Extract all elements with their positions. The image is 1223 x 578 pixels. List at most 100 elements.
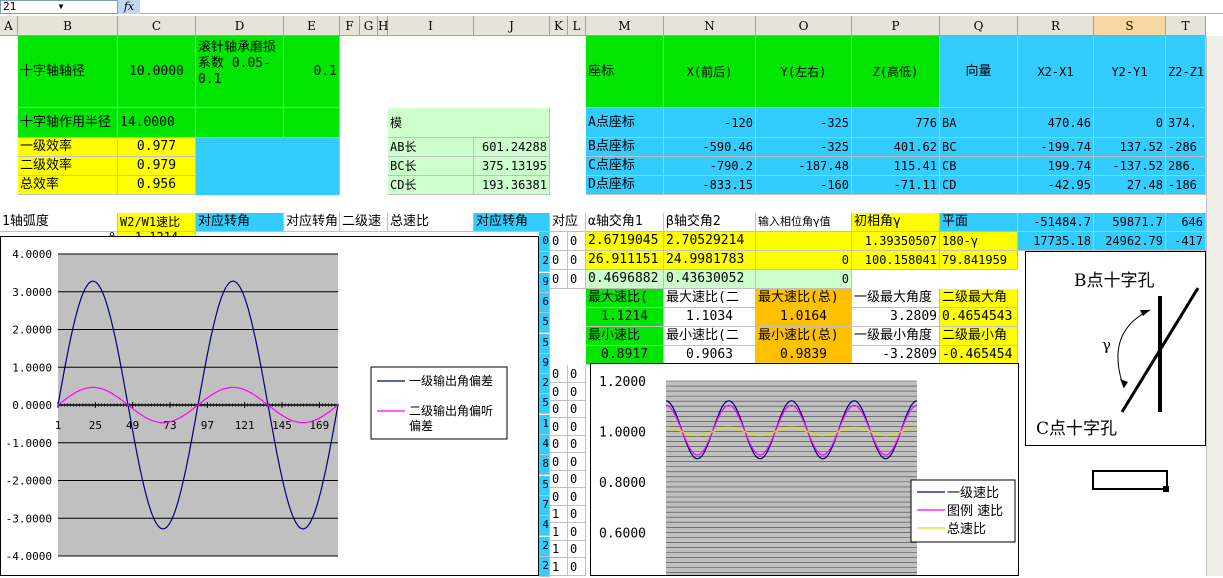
cross-hole-diagram[interactable]: B点十字孔 C点十字孔 γ <box>1025 251 1206 446</box>
cell-o23[interactable]: 0 <box>756 270 852 289</box>
point-0-x[interactable]: -120 <box>664 108 756 138</box>
cell-d20[interactable]: 对应转角 <box>196 213 284 232</box>
cell-k-tail[interactable]: 1 <box>550 540 568 558</box>
cell-g20[interactable]: 二级速 <box>340 213 388 232</box>
cell-r-hdr[interactable]: X2-X1 <box>1018 36 1094 108</box>
cell-m20[interactable]: α轴交角1 <box>586 213 664 232</box>
cell-b-eff2[interactable]: 二级效率 <box>18 157 118 176</box>
cell-k-tail[interactable]: 0 <box>550 487 568 506</box>
cell-p26[interactable]: 一级最小角度 <box>852 327 940 346</box>
cell-q20[interactable]: 平面 <box>940 213 1018 232</box>
name-box-dropdown-icon[interactable]: ▼ <box>56 1 66 13</box>
cell-l23[interactable]: 0 <box>568 270 586 289</box>
cell-d-coeff[interactable]: 滚针轴承磨损系数 0.05-0.1 <box>196 36 284 108</box>
point-3-dx[interactable]: -42.95 <box>1018 176 1094 195</box>
cell-q-hdr[interactable]: 向量 <box>940 36 1018 108</box>
cell-o20[interactable]: 输入相位角γ值 <box>756 213 852 232</box>
cell-n25[interactable]: 1.1034 <box>664 308 756 327</box>
cell-b-efft[interactable]: 总效率 <box>18 176 118 195</box>
point-3-y[interactable]: -160 <box>756 176 852 195</box>
cell-n23[interactable]: 0.43630052 <box>664 270 756 289</box>
cell-n26[interactable]: 最小速比(二 <box>664 327 756 346</box>
cell-l-tail[interactable]: 0 <box>568 400 586 418</box>
cell-t20[interactable]: 646 <box>1166 213 1206 232</box>
cell-m21[interactable]: 2.6719045 <box>586 232 664 251</box>
cell-j-tail[interactable]: 5 <box>539 394 550 415</box>
cell-k21[interactable]: 0 <box>550 232 568 251</box>
cell-n24[interactable]: 最大速比(二 <box>664 289 756 308</box>
cell-k-tail[interactable]: 1 <box>550 557 568 576</box>
cell-p-hdr[interactable]: Z(高低) <box>852 36 940 108</box>
cell-j20[interactable]: 对应转角 <box>474 213 550 232</box>
cell-j-tail[interactable]: 5 <box>539 333 550 354</box>
cell-q21[interactable]: 180-γ <box>940 232 1018 251</box>
cell-n22[interactable]: 24.9981783 <box>664 251 756 270</box>
col-header-s[interactable]: S <box>1094 16 1166 36</box>
cell-j-tail[interactable]: 1 <box>539 414 550 435</box>
cell-q24[interactable]: 二级最大角 <box>940 289 1018 308</box>
col-header-j[interactable]: J <box>474 16 550 36</box>
cell-j-cd[interactable]: 193.36381 <box>474 176 550 195</box>
cell-m24[interactable]: 最大速比( <box>586 289 664 308</box>
cell-k-tail[interactable]: 0 <box>550 470 568 488</box>
cell-p22[interactable]: 100.158041 <box>852 251 940 270</box>
point-3-vec[interactable]: CD <box>940 176 1018 195</box>
cell-i-bc[interactable]: BC长 <box>388 157 474 176</box>
cell-r21[interactable]: 17735.18 <box>1018 232 1094 251</box>
cell-k23[interactable]: 0 <box>550 270 568 289</box>
cell-p24[interactable]: 一级最大角度 <box>852 289 940 308</box>
col-header-e[interactable]: E <box>284 16 340 36</box>
cell-o26[interactable]: 最小速比(总) <box>756 327 852 346</box>
cell-j-tail[interactable]: 5 <box>539 313 550 334</box>
point-2-z[interactable]: 115.41 <box>852 157 940 176</box>
cell-m26[interactable]: 最小速比 <box>586 327 664 346</box>
cell-k-tail[interactable]: 0 <box>550 400 568 418</box>
cell-s-hdr[interactable]: Y2-Y1 <box>1094 36 1166 108</box>
col-header-o[interactable]: O <box>756 16 852 36</box>
point-0-y[interactable]: -325 <box>756 108 852 138</box>
cell-o22[interactable]: 0 <box>756 251 852 270</box>
cell-o-hdr[interactable]: Y(左右) <box>756 36 852 108</box>
cell-o25[interactable]: 1.0164 <box>756 308 852 327</box>
fill-handle[interactable] <box>1163 486 1169 492</box>
cell-l-tail[interactable]: 0 <box>568 417 586 436</box>
cell-o21[interactable] <box>756 232 852 251</box>
point-1-name[interactable]: B点座标 <box>586 138 664 157</box>
col-header-g[interactable]: G <box>360 16 378 36</box>
cell-j-tail[interactable]: 9 <box>539 353 550 374</box>
chart-angle-deviation[interactable]: 4.0000 3.0000 2.0000 1.0000 0.0000 -1.0000 -2.… <box>0 236 539 576</box>
cell-j-ab[interactable]: 601.24288 <box>474 138 550 157</box>
point-2-dx[interactable]: 199.74 <box>1018 157 1094 176</box>
cell-l-tail[interactable]: 0 <box>568 522 586 541</box>
col-header-i[interactable]: I <box>388 16 474 36</box>
point-0-name[interactable]: A点座标 <box>586 108 664 138</box>
col-header-b[interactable]: B <box>18 16 118 36</box>
cell-c-diameter[interactable]: 10.0000 <box>118 36 196 108</box>
cell-i-ab[interactable]: AB长 <box>388 138 474 157</box>
point-2-dz[interactable]: 286. <box>1166 157 1206 176</box>
cell-c-eff1[interactable]: 0.977 <box>118 138 196 157</box>
cell-j-tail[interactable]: 2 <box>539 536 550 557</box>
cell-j-tail[interactable]: 2 <box>539 556 550 577</box>
cell-j-tail[interactable]: 5 <box>539 475 550 496</box>
cell-l-tail[interactable]: 0 <box>568 365 586 383</box>
vertical-scrollbar[interactable] <box>1206 36 1223 576</box>
cell-n21[interactable]: 2.70529214 <box>664 232 756 251</box>
cell-l-tail[interactable]: 0 <box>568 505 586 523</box>
cell-j-tail[interactable]: 0 <box>539 232 550 252</box>
col-header-a[interactable]: A <box>0 16 18 36</box>
cell-b-radius[interactable]: 十字轴作用半径 <box>18 108 118 138</box>
cell-k-tail[interactable]: 0 <box>550 382 568 401</box>
point-3-x[interactable]: -833.15 <box>664 176 756 195</box>
col-header-n[interactable]: N <box>664 16 756 36</box>
cell-t21[interactable]: -417 <box>1166 232 1206 251</box>
col-header-t[interactable]: T <box>1166 16 1206 36</box>
col-header-r[interactable]: R <box>1018 16 1094 36</box>
cell-l22[interactable]: 0 <box>568 251 586 270</box>
cell-l-tail[interactable]: 0 <box>568 557 586 576</box>
col-header-k[interactable]: K <box>550 16 568 36</box>
col-header-f[interactable]: F <box>340 16 360 36</box>
cell-s21[interactable]: 24962.79 <box>1094 232 1166 251</box>
point-1-dy[interactable]: 137.52 <box>1094 138 1166 157</box>
cell-s20[interactable]: 59871.7 <box>1094 213 1166 232</box>
